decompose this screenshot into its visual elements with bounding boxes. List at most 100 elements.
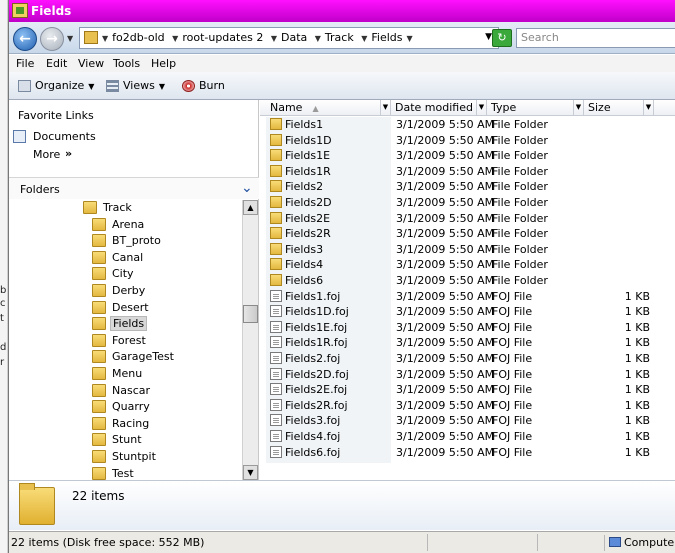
refresh-button[interactable]: ↻ — [492, 29, 512, 47]
breadcrumb-items: ▼ fo2db-old ▼ root-updates 2 ▼ Data ▼ Track … — [102, 31, 421, 44]
menu-tools[interactable]: Tools — [113, 57, 140, 70]
file-list: Name ▲ ▼ Date modified ▼ Type ▼ Size ▼ Fi… — [260, 100, 675, 480]
file-row[interactable]: Fields2D.foj 3/1/2009 5:50 AM FOJ File 1 KB — [260, 367, 675, 383]
file-row[interactable]: Fields6 3/1/2009 5:50 AM File Folder — [260, 273, 675, 289]
status-bar: 22 items (Disk free space: 552 MB) Compu… — [9, 531, 675, 553]
search-input[interactable]: Search — [516, 28, 675, 48]
file-icon — [270, 320, 282, 333]
navigation-pane: Favorite Links Documents More » Folders … — [9, 100, 259, 480]
file-icon — [270, 414, 282, 427]
address-history-dropdown[interactable]: ▼ — [485, 32, 492, 42]
file-icon — [270, 367, 282, 380]
menu-file[interactable]: File — [16, 57, 34, 70]
background-char: t — [0, 313, 4, 324]
forward-button[interactable]: → — [40, 27, 64, 51]
file-row[interactable]: Fields2.foj 3/1/2009 5:50 AM FOJ File 1 KB — [260, 351, 675, 367]
file-row[interactable]: Fields1E.foj 3/1/2009 5:50 AM FOJ File 1 KB — [260, 320, 675, 336]
breadcrumb-item[interactable]: ▼ Track — [315, 31, 354, 44]
back-button[interactable]: ← — [13, 27, 37, 51]
scroll-down-button[interactable]: ▼ — [243, 465, 258, 480]
breadcrumb-item[interactable]: ▼ fo2db-old — [102, 31, 165, 44]
file-row[interactable]: Fields3.foj 3/1/2009 5:50 AM FOJ File 1 KB — [260, 413, 675, 429]
documents-icon — [13, 130, 26, 143]
menu-view[interactable]: View — [78, 57, 104, 70]
file-name: Fields1E.foj — [285, 320, 348, 334]
file-icon — [270, 383, 282, 396]
file-name: Fields1 — [285, 118, 324, 131]
file-row[interactable]: Fields1D 3/1/2009 5:50 AM File Folder — [260, 133, 675, 149]
file-name: Fields4 — [285, 258, 324, 272]
file-row[interactable]: Fields2R 3/1/2009 5:50 AM File Folder — [260, 226, 675, 242]
file-row[interactable]: Fields1.foj 3/1/2009 5:50 AM FOJ File 1 KB — [260, 289, 675, 305]
more-chevron-icon[interactable]: » — [65, 147, 72, 160]
folder-icon — [92, 333, 106, 347]
menu-help[interactable]: Help — [151, 57, 176, 70]
folder-icon — [270, 196, 282, 208]
menu-edit[interactable]: Edit — [46, 57, 67, 70]
file-date: 3/1/2009 5:50 AM — [396, 149, 495, 163]
file-date: 3/1/2009 5:50 AM — [396, 227, 495, 241]
chevron-down-icon[interactable]: ⌄ — [241, 180, 253, 196]
file-name: Fields4.foj — [285, 430, 341, 443]
file-type: FOJ File — [492, 305, 533, 319]
folder-icon — [83, 201, 97, 214]
file-name: Fields6 — [285, 274, 324, 287]
column-type[interactable]: Type ▼ — [487, 100, 584, 116]
file-row[interactable]: Fields2R.foj 3/1/2009 5:50 AM FOJ File 1 KB — [260, 398, 675, 414]
file-row[interactable]: Fields2E 3/1/2009 5:50 AM File Folder — [260, 211, 675, 227]
column-date[interactable]: Date modified ▼ — [391, 100, 487, 116]
more-links[interactable]: More — [33, 148, 60, 161]
folder-icon — [270, 274, 282, 286]
file-date: 3/1/2009 5:50 AM — [396, 367, 495, 381]
breadcrumb-item[interactable]: ▼ Fields ▼ — [361, 31, 416, 44]
file-type: FOJ File — [492, 445, 533, 459]
column-size[interactable]: Size ▼ — [584, 100, 654, 116]
file-row[interactable]: Fields1R.foj 3/1/2009 5:50 AM FOJ File 1 KB — [260, 335, 675, 351]
organize-button[interactable]: Organize ▼ — [18, 79, 94, 92]
scroll-up-button[interactable]: ▲ — [243, 200, 258, 215]
tree-item-label: Arena — [112, 217, 145, 231]
file-row[interactable]: Fields6.foj 3/1/2009 5:50 AM FOJ File 1 KB — [260, 445, 675, 461]
file-date: 3/1/2009 5:50 AM — [396, 445, 495, 459]
scroll-thumb[interactable] — [243, 305, 258, 323]
file-date: 3/1/2009 5:50 AM — [396, 336, 495, 350]
burn-button[interactable]: Burn — [182, 79, 225, 92]
file-date: 3/1/2009 5:50 AM — [396, 274, 495, 287]
file-row[interactable]: Fields2E.foj 3/1/2009 5:50 AM FOJ File 1 KB — [260, 382, 675, 398]
favorite-links-header: Favorite Links — [18, 109, 94, 122]
column-name-filter[interactable]: ▼ — [380, 100, 390, 115]
title-bar[interactable]: Fields — [9, 0, 675, 22]
tree-item-label: Stunt — [112, 433, 142, 447]
file-row[interactable]: Fields2 3/1/2009 5:50 AM File Folder — [260, 179, 675, 195]
file-row[interactable]: Fields1E 3/1/2009 5:50 AM File Folder — [260, 148, 675, 164]
views-button[interactable]: Views ▼ — [106, 79, 165, 92]
file-row[interactable]: Fields2D 3/1/2009 5:50 AM File Folder — [260, 195, 675, 211]
folders-header[interactable]: Folders ⌄ — [9, 177, 259, 199]
file-name: Fields1R.foj — [285, 336, 348, 350]
breadcrumb-item[interactable]: ▼ Data — [271, 31, 307, 44]
status-location[interactable]: Computer — [604, 535, 675, 551]
file-date: 3/1/2009 5:50 AM — [396, 211, 495, 225]
background-char: c — [0, 298, 6, 309]
column-name[interactable]: Name ▲ ▼ — [266, 100, 391, 116]
column-type-filter[interactable]: ▼ — [573, 100, 583, 115]
file-row[interactable]: Fields1 3/1/2009 5:50 AM File Folder — [260, 117, 675, 133]
file-type: FOJ File — [492, 289, 533, 303]
breadcrumb[interactable]: ▼ fo2db-old ▼ root-updates 2 ▼ Data ▼ Track … — [79, 27, 499, 49]
file-row[interactable]: Fields1R 3/1/2009 5:50 AM File Folder — [260, 164, 675, 180]
file-date: 3/1/2009 5:50 AM — [396, 383, 495, 397]
file-row[interactable]: Fields4 3/1/2009 5:50 AM File Folder — [260, 257, 675, 273]
column-size-filter[interactable]: ▼ — [643, 100, 653, 115]
file-row[interactable]: Fields1D.foj 3/1/2009 5:50 AM FOJ File 1 KB — [260, 304, 675, 320]
file-row[interactable]: Fields4.foj 3/1/2009 5:50 AM FOJ File 1 KB — [260, 429, 675, 445]
column-date-filter[interactable]: ▼ — [476, 100, 486, 115]
tree-item-label: Nascar — [112, 383, 151, 397]
recent-pages-dropdown[interactable]: ▼ — [67, 34, 73, 43]
file-date: 3/1/2009 5:50 AM — [396, 196, 495, 209]
tree-item-label: Fields — [110, 316, 148, 332]
breadcrumb-item[interactable]: ▼ root-updates 2 — [172, 31, 263, 44]
tree-item-label: Test — [112, 466, 134, 480]
file-row[interactable]: Fields3 3/1/2009 5:50 AM File Folder — [260, 242, 675, 258]
folder-tree-scrollbar[interactable]: ▲ ▼ — [242, 200, 258, 480]
file-date: 3/1/2009 5:50 AM — [396, 398, 495, 412]
